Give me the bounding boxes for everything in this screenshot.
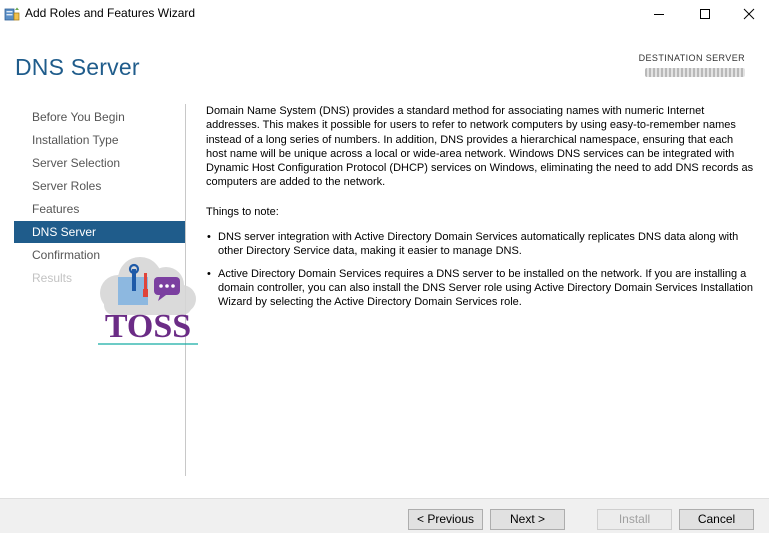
window-title: Add Roles and Features Wizard [25,6,196,20]
minimize-button[interactable] [636,0,682,28]
maximize-icon [700,9,710,19]
nav-item-features[interactable]: Features [14,198,185,220]
nav-item-before-you-begin[interactable]: Before You Begin [14,106,185,128]
previous-button[interactable]: < Previous [408,509,483,530]
dns-description: Domain Name System (DNS) provides a stan… [206,105,754,189]
nav-item-installation-type[interactable]: Installation Type [14,129,185,151]
wizard-content: Domain Name System (DNS) provides a stan… [206,104,756,318]
note-item: DNS server integration with Active Direc… [206,230,756,259]
cancel-button[interactable]: Cancel [679,509,754,530]
note-item: Active Directory Domain Services require… [206,267,756,310]
wizard-header: DNS Server DESTINATION SERVER [0,28,769,100]
page-title: DNS Server [15,54,140,80]
nav-item-server-selection[interactable]: Server Selection [14,152,185,174]
nav-item-server-roles[interactable]: Server Roles [14,175,185,197]
nav-item-dns-server[interactable]: DNS Server [14,221,185,243]
tools-chat-cloud-logo-icon: TOSS [98,257,198,345]
destination-server-name-redacted [645,68,745,77]
logo-text: TOSS [105,308,191,345]
install-button: Install [597,509,672,530]
close-icon [743,8,754,20]
wizard-footer: < Previous Next > Install Cancel [0,498,769,533]
things-to-note-heading: Things to note: [206,205,279,218]
minimize-icon [654,14,664,15]
maximize-button[interactable] [682,0,728,28]
destination-server-label: DESTINATION SERVER [638,53,745,63]
title-bar: Add Roles and Features Wizard [0,0,769,28]
close-button[interactable] [728,0,769,28]
server-manager-wizard-icon [4,7,20,21]
next-button[interactable]: Next > [490,509,565,530]
